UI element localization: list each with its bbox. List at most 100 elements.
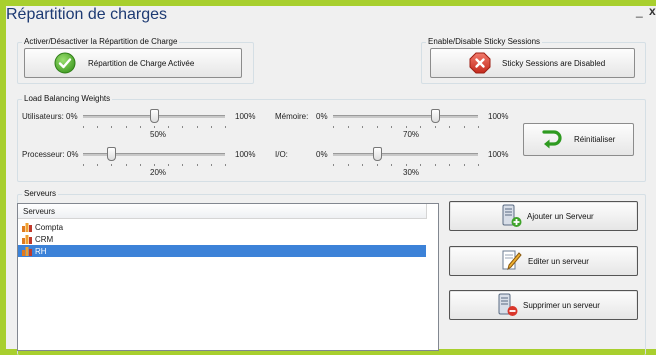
slider-tick (168, 164, 169, 166)
green-arrow-icon (540, 129, 562, 151)
servers-group-label: Serveurs (22, 189, 59, 198)
server-list-item[interactable]: CRM (18, 233, 426, 245)
weights-group-label: Load Balancing Weights (22, 94, 113, 103)
slider-tick (197, 126, 198, 128)
slider-tick (83, 126, 84, 128)
io-slider-max-label: 100% (488, 150, 509, 159)
delete-server-icon (498, 293, 518, 317)
slider-tick (420, 164, 421, 166)
processor-slider-value: 20% (150, 168, 167, 177)
reset-label: Réinitialiser (574, 135, 616, 144)
slider-tick (435, 164, 436, 166)
processor-slider-label: Processeur: 0% (22, 150, 79, 159)
server-name: Compta (35, 222, 64, 232)
add-server-label: Ajouter un Serveur (527, 211, 594, 221)
slider-tick (464, 126, 465, 128)
reset-button[interactable]: Réinitialiser (523, 123, 634, 156)
slider-tick (211, 126, 212, 128)
memory-slider-track[interactable] (333, 115, 478, 118)
window-title: Répartition de charges (6, 6, 167, 23)
io-slider-label: I/O: (275, 150, 288, 159)
edit-server-label: Editer un serveur (528, 256, 589, 266)
slider-tick (420, 126, 421, 128)
server-list-item[interactable]: RH (18, 245, 426, 257)
slider-tick (182, 164, 183, 166)
slider-tick (391, 126, 392, 128)
memory-slider-label: Mémoire: (275, 112, 309, 121)
server-list-header[interactable]: Serveurs (18, 204, 427, 219)
toggle-load-balancing-label: Répartition de Charge Activée (88, 58, 195, 68)
sticky-sessions-group-label: Enable/Disable Sticky Sessions (426, 37, 543, 46)
slider-tick (435, 126, 436, 128)
memory-slider-thumb[interactable] (431, 109, 440, 123)
delete-server-label: Supprimer un serveur (523, 300, 600, 310)
memory-slider-min-label: 0% (316, 112, 328, 121)
users-slider-thumb[interactable] (150, 109, 159, 123)
slider-tick (211, 164, 212, 166)
io-slider-thumb[interactable] (373, 147, 382, 161)
slider-tick (225, 126, 226, 128)
processor-slider-max-label: 100% (235, 150, 256, 159)
io-slider-min-label: 0% (316, 150, 328, 159)
slider-tick (406, 164, 407, 166)
slider-tick (126, 126, 127, 128)
activation-group-label: Activer/Désactiver la Répartition de Cha… (22, 37, 180, 46)
slider-tick (464, 164, 465, 166)
slider-tick (478, 164, 479, 166)
slider-tick (140, 126, 141, 128)
slider-tick (391, 164, 392, 166)
slider-tick (97, 164, 98, 166)
slider-tick (111, 126, 112, 128)
slider-tick (406, 126, 407, 128)
io-slider-track[interactable] (333, 153, 478, 156)
slider-tick (154, 126, 155, 128)
edit-server-icon (502, 249, 522, 273)
server-list-item[interactable]: Compta (18, 221, 426, 233)
slider-tick (197, 164, 198, 166)
processor-slider-track[interactable] (83, 153, 225, 156)
users-slider-value: 50% (150, 130, 167, 139)
slider-tick (168, 126, 169, 128)
slider-tick (449, 164, 450, 166)
processor-slider-thumb[interactable] (107, 147, 116, 161)
slider-tick (154, 164, 155, 166)
slider-tick (449, 126, 450, 128)
edit-server-button[interactable]: Editer un serveur (449, 246, 638, 276)
server-name: RH (35, 246, 47, 256)
slider-tick (83, 164, 84, 166)
minimize-button[interactable]: _ (636, 4, 643, 18)
toggle-sticky-sessions-button[interactable]: Sticky Sessions are Disabled (430, 48, 635, 78)
slider-tick (182, 126, 183, 128)
slider-tick (377, 126, 378, 128)
close-button[interactable]: x (649, 4, 656, 18)
slider-tick (140, 164, 141, 166)
red-x-icon (469, 52, 491, 74)
slider-tick (126, 164, 127, 166)
slider-tick (97, 126, 98, 128)
slider-tick (225, 164, 226, 166)
add-server-button[interactable]: Ajouter un Serveur (449, 201, 638, 231)
server-list-column-header: Serveurs (23, 207, 56, 216)
io-slider-value: 30% (403, 168, 420, 177)
slider-tick (478, 126, 479, 128)
slider-tick (333, 164, 334, 166)
users-slider-label: Utilisateurs: 0% (22, 112, 78, 121)
slider-tick (348, 164, 349, 166)
delete-server-button[interactable]: Supprimer un serveur (449, 290, 638, 320)
slider-tick (333, 126, 334, 128)
server-app-icon (22, 234, 32, 244)
slider-tick (362, 164, 363, 166)
memory-slider-value: 70% (403, 130, 420, 139)
slider-tick (377, 164, 378, 166)
server-app-icon (22, 222, 32, 232)
users-slider-max-label: 100% (235, 112, 256, 121)
toggle-sticky-sessions-label: Sticky Sessions are Disabled (502, 58, 606, 68)
toggle-load-balancing-button[interactable]: Répartition de Charge Activée (24, 48, 242, 78)
server-name: CRM (35, 234, 54, 244)
slider-tick (111, 164, 112, 166)
server-app-icon (22, 246, 32, 256)
add-server-icon (502, 204, 522, 228)
green-check-icon (54, 52, 76, 74)
server-list[interactable]: Serveurs Compta CRM RH (17, 203, 439, 351)
slider-tick (348, 126, 349, 128)
